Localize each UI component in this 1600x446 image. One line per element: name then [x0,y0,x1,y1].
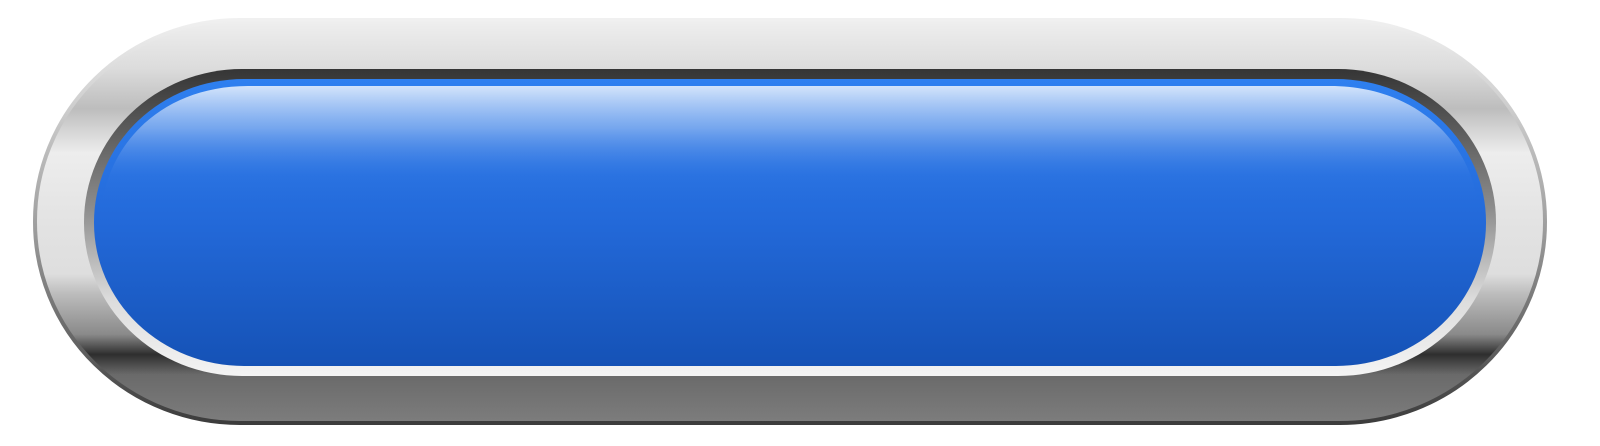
gloss-highlight [102,86,1478,206]
glossy-blue-pill-button[interactable] [0,0,1600,446]
button-canvas [0,0,1600,446]
